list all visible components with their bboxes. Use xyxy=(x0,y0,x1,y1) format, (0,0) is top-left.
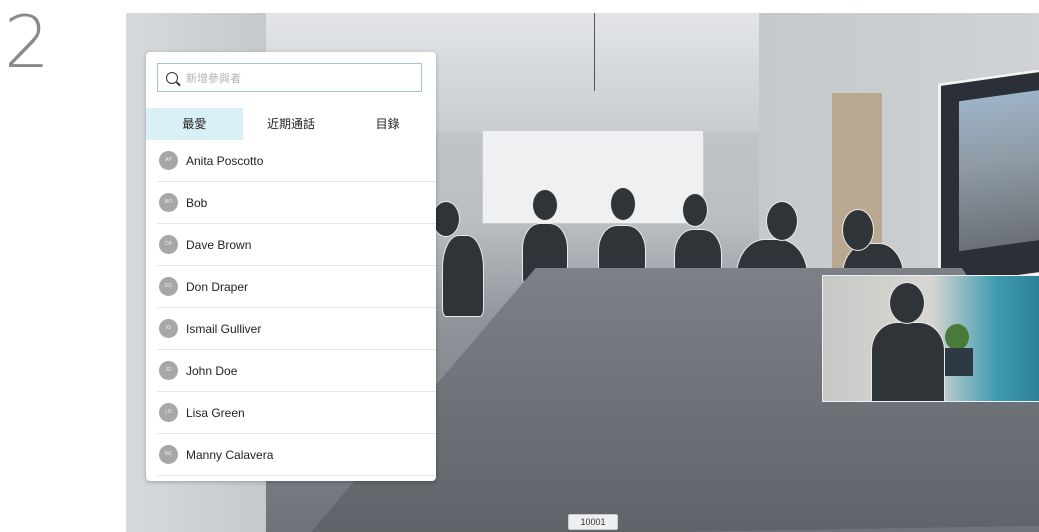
tab-directory[interactable]: 目錄 xyxy=(339,108,436,140)
participant-head xyxy=(842,209,874,251)
avatar: AP xyxy=(159,151,178,170)
contact-name: Ismail Gulliver xyxy=(186,321,262,336)
contact-row[interactable]: LG Lisa Green xyxy=(157,392,436,434)
search-input[interactable]: 新增參與者 xyxy=(157,63,422,92)
call-id-label: 10001 xyxy=(568,514,618,530)
search-placeholder: 新增參與者 xyxy=(186,71,241,85)
tab-recents[interactable]: 近期通話 xyxy=(243,108,340,140)
participant-head xyxy=(766,201,798,241)
participant-silhouette xyxy=(442,235,484,317)
avatar: JD xyxy=(159,361,178,380)
wall-picture xyxy=(938,62,1039,290)
avatar: DD xyxy=(159,277,178,296)
contact-row[interactable]: DB Dave Brown xyxy=(157,224,436,266)
participant-head xyxy=(610,187,636,221)
contact-row[interactable]: DD Don Draper xyxy=(157,266,436,308)
contact-name: Don Draper xyxy=(186,279,249,294)
contact-name: Manny Calavera xyxy=(186,447,274,462)
contact-row[interactable]: IG Ismail Gulliver xyxy=(157,308,436,350)
ceiling-cable xyxy=(594,13,595,91)
plant xyxy=(945,324,969,350)
contact-list: AP Anita Poscotto BO Bob DB Dave Brown D… xyxy=(146,140,436,476)
contact-row[interactable]: BO Bob xyxy=(157,182,436,224)
participant-head xyxy=(432,201,460,237)
avatar: BO xyxy=(159,193,178,212)
self-head xyxy=(889,282,925,324)
avatar: MC xyxy=(159,445,178,464)
tab-favorites[interactable]: 最愛 xyxy=(146,108,243,140)
contact-row[interactable]: JD John Doe xyxy=(157,350,436,392)
participant-head xyxy=(532,189,558,221)
self-view[interactable] xyxy=(822,275,1039,402)
search-icon xyxy=(166,71,178,84)
contact-name: Dave Brown xyxy=(186,237,252,252)
self-silhouette xyxy=(871,322,945,401)
add-participant-panel: 新增參與者 最愛 近期通話 目錄 AP Anita Poscotto BO Bo… xyxy=(146,52,436,481)
tab-bar: 最愛 近期通話 目錄 xyxy=(146,108,436,140)
participant-head xyxy=(682,193,708,227)
avatar: LG xyxy=(159,403,178,422)
contact-name: John Doe xyxy=(186,363,238,378)
contact-name: Bob xyxy=(186,195,208,210)
contact-row[interactable]: MC Manny Calavera xyxy=(157,434,436,476)
avatar: DB xyxy=(159,235,178,254)
whiteboard xyxy=(482,130,704,224)
contact-name: Anita Poscotto xyxy=(186,153,264,168)
contact-row[interactable]: AP Anita Poscotto xyxy=(157,140,436,182)
avatar: IG xyxy=(159,319,178,338)
step-number: 2 xyxy=(4,0,50,84)
contact-name: Lisa Green xyxy=(186,405,245,420)
plant-pot xyxy=(943,348,973,376)
